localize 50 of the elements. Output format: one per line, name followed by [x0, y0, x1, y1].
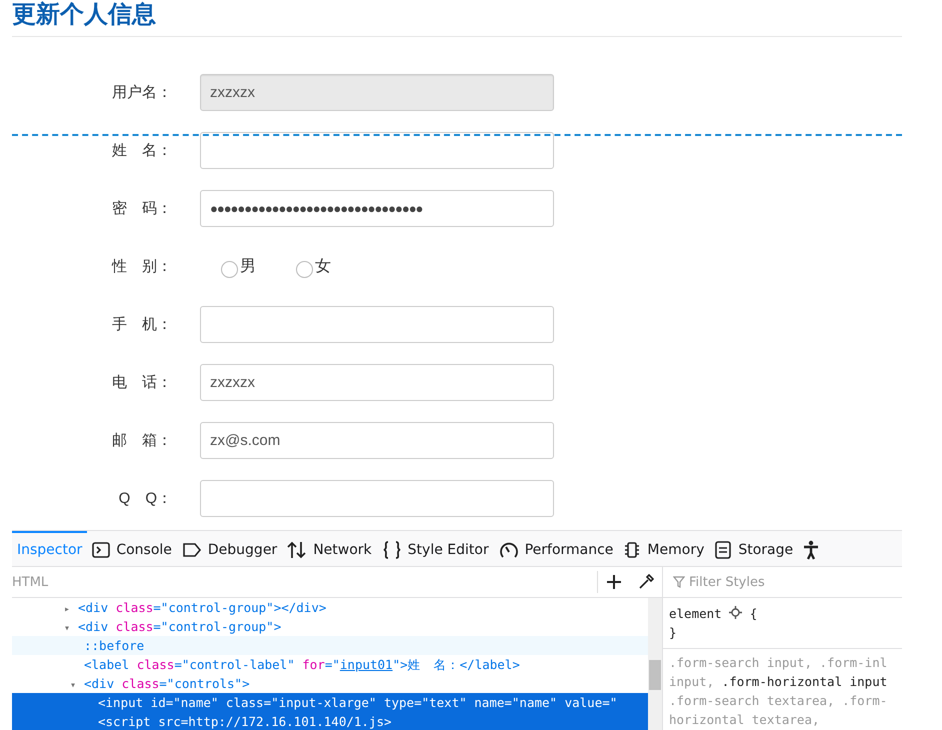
- radio-option[interactable]: 男: [221, 255, 256, 278]
- devtools-tab[interactable]: Style Editor: [376, 531, 494, 566]
- markup-line[interactable]: ▾ <div class="control-group">: [12, 617, 648, 636]
- rule-selector: .form-search textarea, .form-: [669, 692, 888, 710]
- crosshair-icon: [729, 606, 742, 619]
- panel-label: HTML: [12, 574, 50, 590]
- password-field[interactable]: ●●●●●●●●●●●●●●●●●●●●●●●●●●●●●●●: [200, 190, 554, 227]
- radio-option[interactable]: 女: [296, 255, 331, 278]
- rule-selector: input, .form-horizontal input: [669, 673, 888, 691]
- radio-button[interactable]: [296, 261, 313, 278]
- up-down-arrows-icon: [287, 540, 308, 558]
- field-label: 性 别：: [110, 257, 173, 276]
- field-label: 密 码：: [111, 199, 173, 218]
- funnel-icon: [673, 576, 685, 588]
- scrollbar[interactable]: [648, 598, 662, 730]
- text-field[interactable]: zx@s.com: [200, 422, 554, 459]
- devtools-tab[interactable]: Console: [87, 531, 177, 566]
- text-field[interactable]: zxzxzx: [200, 364, 554, 401]
- braces-icon: [382, 540, 402, 558]
- devtools-tab[interactable]: Memory: [618, 531, 710, 566]
- rule-selector: element {: [669, 605, 758, 623]
- text-field[interactable]: [200, 132, 554, 169]
- gauge-icon: [498, 540, 519, 558]
- field-label: 用户名：: [111, 83, 173, 102]
- storage-icon: [714, 540, 732, 558]
- markup-line[interactable]: ▸ <div class="control-group"></div>: [12, 598, 648, 617]
- devtools-tab[interactable]: Performance: [494, 531, 618, 566]
- text-field[interactable]: [200, 306, 554, 343]
- text-field[interactable]: [200, 480, 554, 517]
- eyedropper-icon: [638, 574, 654, 590]
- console-icon: [92, 542, 110, 558]
- devtools-tab[interactable]: Storage: [709, 531, 798, 566]
- rule-selector: horizontal textarea,: [669, 711, 821, 729]
- rule-selector: .form-search input, .form-inl: [669, 654, 888, 672]
- field-label: 电 话：: [111, 373, 173, 392]
- markup-line[interactable]: ▾ <div class="controls">: [12, 674, 648, 693]
- field-label: 手 机：: [111, 315, 173, 334]
- chip-icon: [623, 540, 642, 558]
- radio-button[interactable]: [221, 261, 238, 278]
- plus-icon: [606, 574, 622, 590]
- devtools-tab[interactable]: Network: [282, 531, 377, 566]
- rule-brace: }: [669, 624, 678, 642]
- field-label: 姓 名：: [111, 141, 173, 160]
- field-label: 邮 箱：: [111, 431, 173, 450]
- markup-line[interactable]: <label class="control-label" for="input01">姓 名：</label>: [12, 655, 648, 674]
- field-label: Q Q：: [118, 489, 173, 508]
- tag-shape-icon: [182, 542, 202, 558]
- accessibility-icon: [803, 540, 820, 560]
- devtools-tab[interactable]: Debugger: [176, 531, 282, 566]
- page-title: 更新个人信息: [12, 0, 156, 30]
